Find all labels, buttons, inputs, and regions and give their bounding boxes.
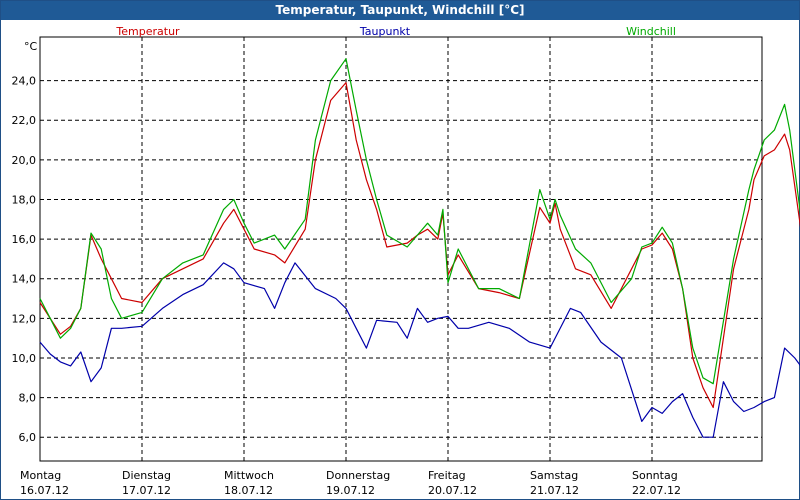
x-tick-date: 20.07.12 (428, 484, 477, 497)
chart-svg: 6,0 8,0 10,0 12,0 14,0 16,0 18,0 20,0 22,0 24,0 M… (12, 25, 800, 497)
x-tick-day: Mittwoch (224, 469, 274, 482)
y-axis-unit: °C (24, 40, 38, 53)
y-axis-labels: 6,0 8,0 10,0 12,0 14,0 16,0 18,0 20,0 22,0 24,0 (12, 75, 37, 445)
x-tick-day: Samstag (530, 469, 578, 482)
x-tick-day: Donnerstag (326, 469, 390, 482)
y-tick-label: 12,0 (12, 312, 37, 325)
x-tick-day: Dienstag (122, 469, 171, 482)
x-tick-date: 17.07.12 (122, 484, 171, 497)
y-tick-label: 20,0 (12, 154, 37, 167)
legend: Temperatur Taupunkt Windchill (115, 25, 676, 38)
legend-taupunkt: Taupunkt (359, 25, 411, 38)
x-tick-date: 22.07.12 (632, 484, 681, 497)
y-tick-label: 6,0 (19, 431, 37, 444)
x-tick-date: 21.07.12 (530, 484, 579, 497)
y-tick-label: 24,0 (12, 75, 37, 88)
x-tick-date: 19.07.12 (326, 484, 375, 497)
x-tick-day: Montag (20, 469, 61, 482)
legend-windchill: Windchill (626, 25, 676, 38)
legend-temperatur: Temperatur (115, 25, 180, 38)
x-tick-day: Sonntag (632, 469, 678, 482)
y-tick-label: 16,0 (12, 233, 37, 246)
y-tick-label: 14,0 (12, 273, 37, 286)
x-axis-labels: Montag 16.07.12 Dienstag 17.07.12 Mittwoch 18… (20, 469, 681, 497)
y-tick-label: 10,0 (12, 352, 37, 365)
x-tick-date: 18.07.12 (224, 484, 273, 497)
x-tick-day: Freitag (428, 469, 466, 482)
x-tick-date: 16.07.12 (20, 484, 69, 497)
y-tick-label: 18,0 (12, 193, 37, 206)
y-tick-label: 8,0 (19, 392, 37, 405)
y-tick-label: 22,0 (12, 114, 37, 127)
